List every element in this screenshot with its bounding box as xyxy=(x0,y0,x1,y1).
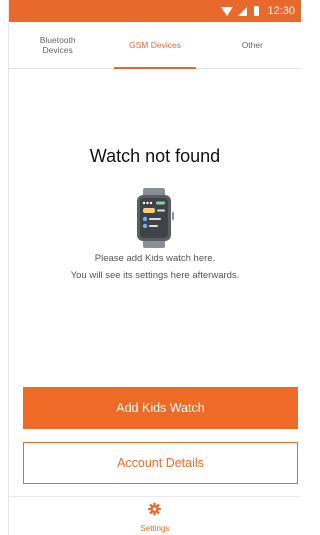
tab-label: GSM Devices xyxy=(129,40,181,50)
smartwatch-icon xyxy=(134,188,174,248)
tab-other[interactable]: Other xyxy=(204,22,301,68)
gear-icon xyxy=(148,502,162,521)
battery-icon xyxy=(254,6,260,16)
status-bar: 12:30 xyxy=(9,0,301,22)
settings-label: Settings xyxy=(140,524,170,533)
app-screen: 12:30 Bluetooth Devices GSM Devices Othe… xyxy=(8,0,301,535)
add-kids-watch-button[interactable]: Add Kids Watch xyxy=(23,387,298,429)
account-details-button[interactable]: Account Details xyxy=(23,442,298,484)
tab-label: Bluetooth Devices xyxy=(39,35,76,55)
empty-state-message-line2: You will see its settings here afterward… xyxy=(70,270,240,281)
empty-state-title: Watch not found xyxy=(89,146,221,166)
tab-bluetooth-devices[interactable]: Bluetooth Devices xyxy=(9,22,106,68)
tab-label: Other xyxy=(241,40,263,50)
nav-settings[interactable]: Settings xyxy=(140,502,170,533)
device-tabs: Bluetooth Devices GSM Devices Other xyxy=(9,22,301,69)
empty-state-message-line1: Please add Kids watch here. xyxy=(94,253,216,264)
wifi-icon xyxy=(221,6,234,16)
signal-icon xyxy=(238,6,248,16)
bottom-navigation: Settings xyxy=(9,496,301,535)
status-time: 12:30 xyxy=(267,5,295,17)
tab-gsm-devices[interactable]: GSM Devices xyxy=(106,22,203,69)
